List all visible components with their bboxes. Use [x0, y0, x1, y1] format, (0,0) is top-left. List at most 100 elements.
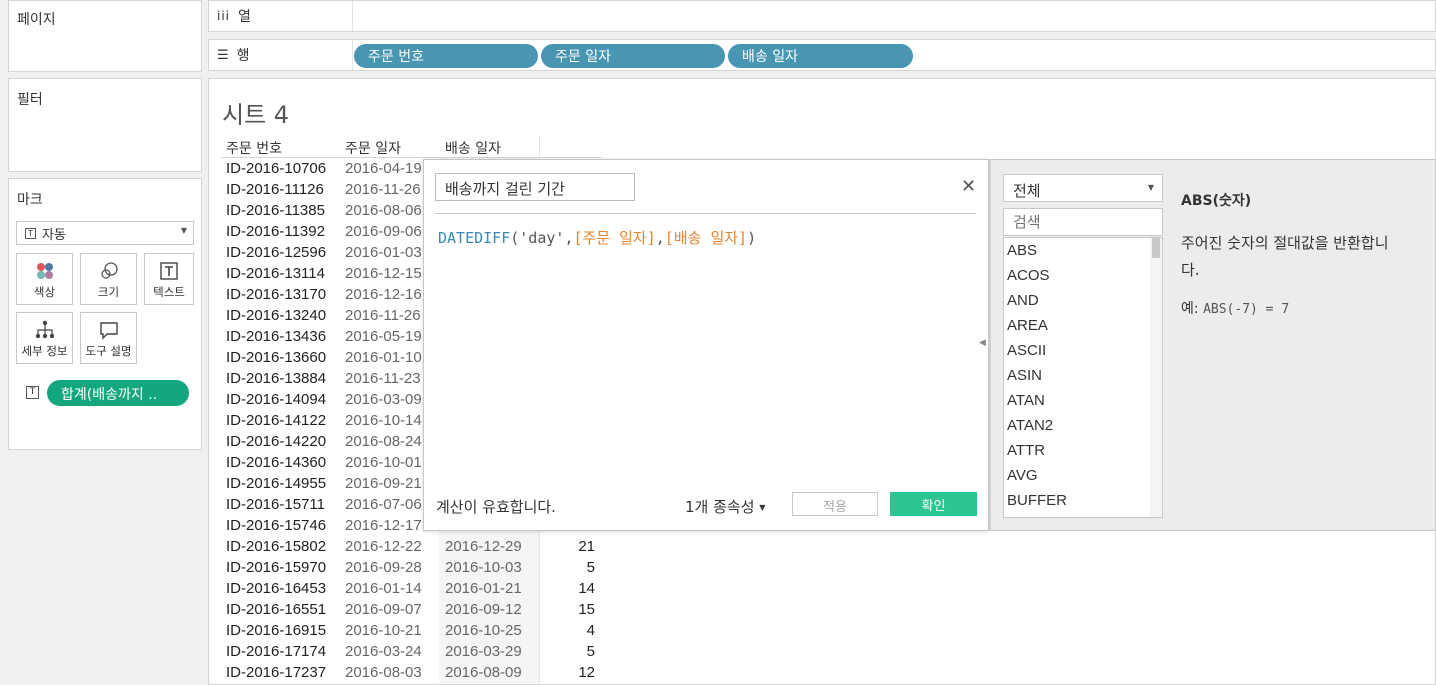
scrollbar-track[interactable]: [1150, 238, 1162, 517]
row-pill-order-id[interactable]: 주문 번호: [354, 44, 538, 68]
cell-order-id: ID-2016-14955: [226, 475, 327, 492]
columns-icon: iii: [217, 9, 231, 23]
cell-order-date: 2016-07-06: [345, 496, 422, 513]
function-list-item[interactable]: ASCII: [1007, 342, 1046, 359]
text-button[interactable]: 텍스트: [144, 253, 194, 305]
ok-button[interactable]: 확인: [890, 492, 977, 516]
detail-button[interactable]: 세부 정보: [16, 312, 73, 364]
cell-order-id: ID-2016-15970: [226, 559, 327, 576]
function-category-dropdown[interactable]: 전체 ▼: [1003, 174, 1163, 202]
collapse-panel-icon[interactable]: ◀: [979, 338, 986, 348]
close-icon[interactable]: ✕: [961, 176, 976, 197]
function-list-item[interactable]: ATTR: [1007, 442, 1045, 459]
cell-order-date: 2016-01-10: [345, 349, 422, 366]
function-list-item[interactable]: ABS: [1007, 242, 1037, 259]
formula-string: 'day': [519, 229, 565, 247]
function-category-value: 전체: [1013, 182, 1041, 200]
cell-order-date: 2016-12-16: [345, 286, 422, 303]
cell-ship-date: 2016-01-21: [439, 578, 539, 599]
cell-order-date: 2016-12-22: [345, 538, 422, 555]
text-icon: [160, 262, 178, 280]
cell-days: 21: [539, 536, 599, 557]
cell-order-date: 2016-11-26: [345, 307, 421, 324]
columns-shelf-label: iii 열: [209, 1, 353, 31]
function-list-item[interactable]: ATAN: [1007, 392, 1045, 409]
table-row[interactable]: ID-2016-17174 2016-03-24 2016-03-29 5: [221, 641, 601, 662]
cell-order-date: 2016-09-06: [345, 223, 422, 240]
cell-order-id: ID-2016-14360: [226, 454, 327, 471]
cell-order-date: 2016-03-09: [345, 391, 422, 408]
cell-days: 15: [539, 599, 599, 620]
header-order-id[interactable]: 주문 번호: [226, 138, 282, 158]
filters-panel[interactable]: 필터: [8, 78, 202, 172]
cell-order-id: ID-2016-15802: [226, 538, 327, 555]
cell-order-id: ID-2016-12596: [226, 244, 327, 261]
cell-order-id: ID-2016-14094: [226, 391, 327, 408]
calc-status: 계산이 유효합니다.: [436, 498, 556, 516]
cell-order-date: 2016-12-15: [345, 265, 422, 282]
scrollbar-thumb[interactable]: [1152, 238, 1160, 258]
cell-order-id: ID-2016-10706: [226, 160, 327, 177]
formula-close-paren: ): [747, 229, 757, 247]
function-list-item[interactable]: BUFFER: [1007, 492, 1067, 509]
function-list-item[interactable]: ATAN2: [1007, 417, 1053, 434]
calc-dialog: 배송까지 걸린 기간 ✕ DATEDIFF('day',[주문 일자],[배송 …: [423, 159, 989, 531]
header-ship-date[interactable]: 배송 일자: [445, 138, 501, 158]
dependencies-dropdown[interactable]: 1개 종속성 ▼: [685, 496, 765, 517]
formula-editor[interactable]: DATEDIFF('day',[주문 일자],[배송 일자]): [438, 227, 756, 248]
function-list-item[interactable]: AND: [1007, 292, 1039, 309]
function-list-item[interactable]: AREA: [1007, 317, 1048, 334]
columns-label: 열: [238, 9, 251, 25]
measure-pill[interactable]: 합계(배송까지 ..: [47, 380, 189, 406]
columns-shelf[interactable]: iii 열: [208, 0, 1436, 32]
rows-shelf-label: ☰ 행: [209, 40, 353, 70]
cell-ship-date: 2016-10-25: [439, 620, 539, 641]
header-order-date[interactable]: 주문 일자: [345, 138, 401, 158]
row-pill-ship-date[interactable]: 배송 일자: [728, 44, 913, 68]
sheet-title: 시트 4: [222, 101, 290, 129]
cell-order-date: 2016-01-14: [345, 580, 422, 597]
function-list-item[interactable]: ACOS: [1007, 267, 1050, 284]
cell-order-date: 2016-09-28: [345, 559, 422, 576]
color-label: 색상: [33, 285, 56, 299]
formula-field-ship-date: [배송 일자]: [664, 229, 748, 247]
cell-days: 5: [539, 641, 599, 662]
function-search-input[interactable]: [1003, 208, 1163, 236]
table-row[interactable]: ID-2016-16551 2016-09-07 2016-09-12 15: [221, 599, 601, 620]
dialog-divider: [435, 213, 976, 214]
apply-button[interactable]: 적용: [792, 492, 878, 516]
table-row[interactable]: ID-2016-17237 2016-08-03 2016-08-09 12: [221, 662, 601, 683]
cell-order-id: ID-2016-13884: [226, 370, 327, 387]
table-row[interactable]: ID-2016-15802 2016-12-22 2016-12-29 21: [221, 536, 601, 557]
pages-panel: 페이지: [8, 0, 202, 72]
cell-order-date: 2016-10-21: [345, 622, 422, 639]
function-list-item[interactable]: AVG: [1007, 467, 1038, 484]
cell-order-id: ID-2016-14122: [226, 412, 327, 429]
function-list[interactable]: ABS ACOS AND AREA ASCII ASIN ATAN ATAN2 ATTR AVG B…: [1003, 237, 1163, 518]
cell-order-id: ID-2016-15711: [226, 496, 325, 513]
color-icon: [36, 263, 53, 279]
cell-order-date: 2016-04-19: [345, 160, 422, 177]
cell-order-id: ID-2016-17174: [226, 643, 327, 660]
function-list-item[interactable]: ASIN: [1007, 367, 1042, 384]
header-divider: [539, 137, 540, 158]
help-title: ABS(숫자): [1181, 193, 1252, 209]
chevron-down-icon: ▼: [1147, 183, 1154, 192]
rows-shelf[interactable]: ☰ 행 주문 번호 주문 일자 배송 일자: [208, 39, 1436, 71]
table-row[interactable]: ID-2016-16915 2016-10-21 2016-10-25 4: [221, 620, 601, 641]
text-mark-icon: T: [25, 227, 36, 239]
cell-days: 14: [539, 578, 599, 599]
cell-order-date: 2016-08-24: [345, 433, 422, 450]
tooltip-button[interactable]: 도구 설명: [80, 312, 137, 364]
color-button[interactable]: 색상: [16, 253, 73, 305]
row-pill-order-date[interactable]: 주문 일자: [541, 44, 725, 68]
mark-type-dropdown[interactable]: T 자동 ▼: [16, 221, 194, 245]
table-row[interactable]: ID-2016-16453 2016-01-14 2016-01-21 14: [221, 578, 601, 599]
table-row[interactable]: ID-2016-15970 2016-09-28 2016-10-03 5: [221, 557, 601, 578]
size-button[interactable]: 크기: [80, 253, 137, 305]
size-label: 크기: [97, 285, 120, 299]
cell-order-date: 2016-08-03: [345, 664, 422, 681]
cell-days: 12: [539, 662, 599, 683]
calc-name-input[interactable]: 배송까지 걸린 기간: [435, 173, 635, 201]
cell-order-date: 2016-03-24: [345, 643, 422, 660]
